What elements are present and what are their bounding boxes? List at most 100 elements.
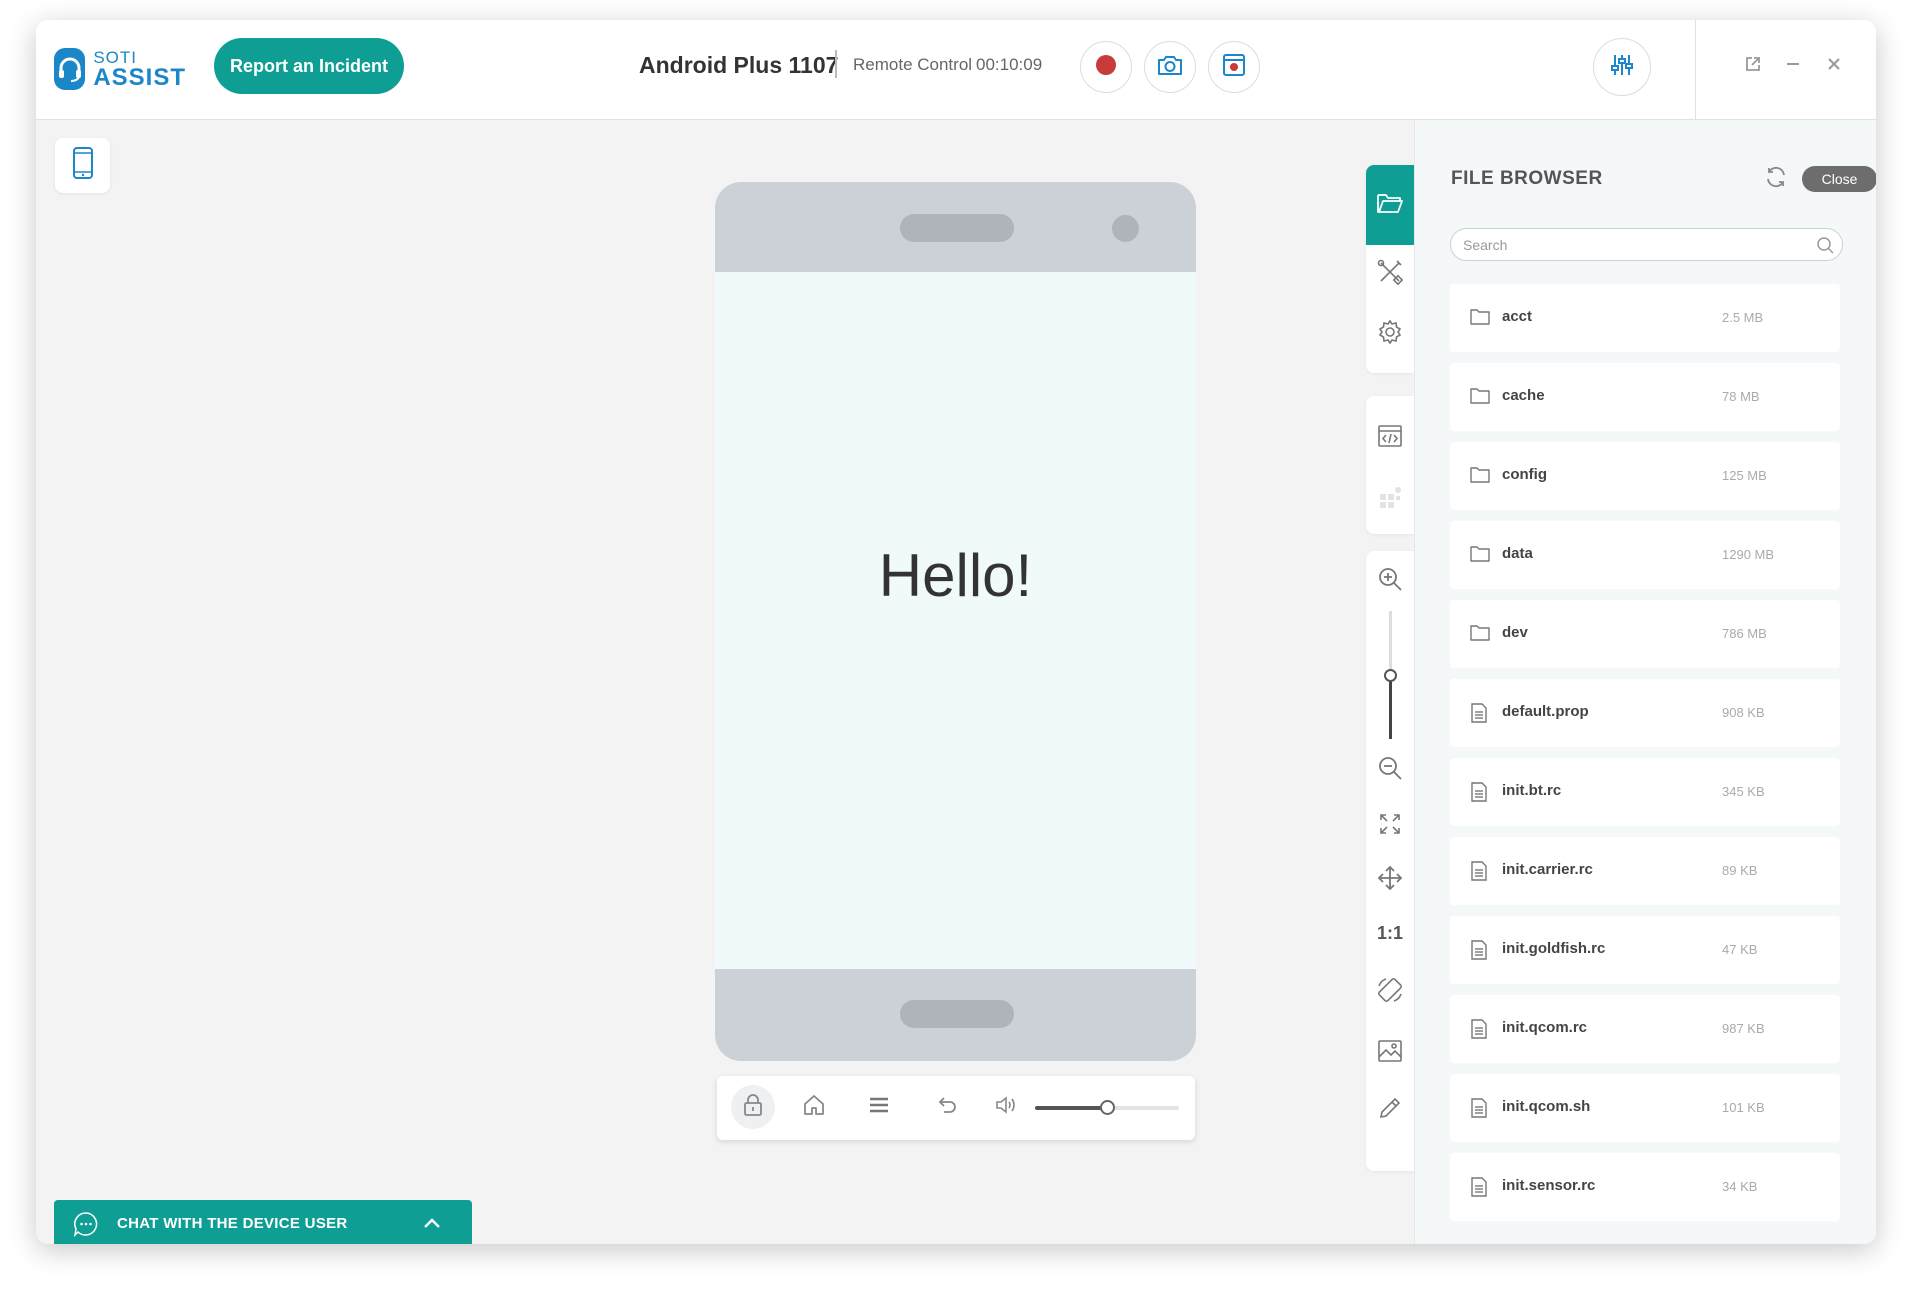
smartphone-icon — [72, 146, 94, 185]
close-panel-button[interactable]: Close — [1802, 166, 1876, 192]
undo-arrow-icon — [936, 1095, 958, 1120]
file-row[interactable]: acct 2.5 MB — [1450, 284, 1840, 352]
folder-icon — [1470, 545, 1490, 565]
script-group — [1366, 396, 1414, 534]
screen-text: Hello! — [878, 542, 1033, 609]
zoom-handle[interactable] — [1384, 669, 1397, 682]
document-icon — [1470, 1098, 1490, 1118]
apps-grid-icon — [1377, 483, 1403, 514]
move-arrows-icon — [1377, 865, 1403, 896]
image-icon — [1377, 1039, 1403, 1068]
zoom-out-button[interactable] — [1366, 746, 1414, 794]
file-name: init.qcom.sh — [1502, 1098, 1591, 1115]
screen-record-button[interactable] — [1208, 41, 1260, 93]
settings-sliders-button[interactable] — [1593, 38, 1651, 96]
file-size: 2.5 MB — [1722, 310, 1764, 325]
rotate-button[interactable] — [1366, 968, 1414, 1016]
screenshot-button[interactable] — [1144, 41, 1196, 93]
file-search-input[interactable] — [1463, 235, 1803, 255]
document-icon — [1470, 782, 1490, 802]
document-icon — [1470, 1177, 1490, 1197]
file-row[interactable]: init.qcom.sh 101 KB — [1450, 1074, 1840, 1142]
device-selector-button[interactable] — [55, 138, 110, 193]
popout-button[interactable] — [1741, 54, 1765, 78]
header-bar: SOTI ASSIST Report an Incident Android P… — [36, 20, 1876, 120]
tools-tab[interactable] — [1366, 250, 1414, 298]
file-name: dev — [1502, 624, 1528, 641]
file-name: init.goldfish.rc — [1502, 940, 1606, 957]
phone-home-button — [900, 1000, 1014, 1028]
file-row[interactable]: init.goldfish.rc 47 KB — [1450, 916, 1840, 984]
header-divider — [1695, 20, 1696, 120]
file-size: 1290 MB — [1722, 547, 1775, 562]
fit-screen-button[interactable] — [1366, 802, 1414, 850]
volume-button[interactable] — [984, 1085, 1028, 1129]
file-browser-panel: FILE BROWSER Close acct 2.5 MB — [1414, 120, 1876, 1244]
report-incident-button[interactable]: Report an Incident — [214, 38, 404, 94]
pan-button[interactable] — [1366, 856, 1414, 904]
home-icon — [802, 1094, 826, 1121]
file-browser-title: FILE BROWSER — [1451, 168, 1603, 189]
file-row[interactable]: config 125 MB — [1450, 442, 1840, 510]
zoom-in-button[interactable] — [1366, 557, 1414, 605]
device-screen[interactable]: Hello! — [715, 272, 1196, 969]
file-row[interactable]: init.sensor.rc 34 KB — [1450, 1153, 1840, 1221]
camera-icon — [1156, 53, 1184, 82]
phone-camera — [1112, 215, 1139, 242]
file-list: acct 2.5 MB cache 78 MB config 125 MB da… — [1450, 284, 1840, 1232]
back-button[interactable] — [925, 1085, 969, 1129]
tools-group — [1366, 165, 1414, 373]
file-size: 908 KB — [1722, 705, 1765, 720]
code-window-icon — [1377, 423, 1403, 454]
lock-button[interactable] — [731, 1085, 775, 1129]
file-row[interactable]: default.prop 908 KB — [1450, 679, 1840, 747]
volume-slider[interactable] — [1035, 1100, 1179, 1115]
zoom-slider[interactable] — [1384, 611, 1397, 739]
file-row[interactable]: dev 786 MB — [1450, 600, 1840, 668]
file-size: 987 KB — [1722, 1021, 1765, 1036]
close-window-button[interactable] — [1822, 54, 1846, 78]
session-mode: Remote Control — [853, 55, 973, 74]
home-button[interactable] — [792, 1085, 836, 1129]
script-editor-tab[interactable] — [1366, 414, 1414, 462]
file-name: init.bt.rc — [1502, 782, 1562, 799]
zoom-out-icon — [1377, 755, 1403, 786]
device-name: Android Plus 1107 — [639, 52, 839, 78]
file-row[interactable]: data 1290 MB — [1450, 521, 1840, 589]
menu-button[interactable] — [857, 1085, 901, 1129]
device-settings-tab[interactable] — [1366, 310, 1414, 358]
apps-tab[interactable] — [1366, 474, 1414, 522]
file-browser-tab[interactable] — [1366, 165, 1414, 245]
file-row[interactable]: init.carrier.rc 89 KB — [1450, 837, 1840, 905]
file-row[interactable]: cache 78 MB — [1450, 363, 1840, 431]
record-button[interactable] — [1080, 41, 1132, 93]
wallpaper-button[interactable] — [1366, 1029, 1414, 1077]
session-timer: 00:10:09 — [976, 55, 1043, 74]
file-row[interactable]: init.qcom.rc 987 KB — [1450, 995, 1840, 1063]
minimize-icon — [1785, 56, 1801, 77]
actual-size-button[interactable]: 1:1 — [1366, 909, 1414, 957]
annotate-button[interactable] — [1366, 1086, 1414, 1134]
screen-record-icon — [1222, 53, 1246, 82]
record-icon — [1095, 54, 1117, 81]
rotate-device-icon — [1376, 976, 1404, 1009]
minimize-button[interactable] — [1781, 54, 1805, 78]
volume-handle[interactable] — [1100, 1100, 1115, 1115]
file-row[interactable]: init.bt.rc 345 KB — [1450, 758, 1840, 826]
folder-icon — [1470, 308, 1490, 328]
lock-icon — [742, 1093, 764, 1122]
zoom-fill — [1389, 675, 1392, 739]
folder-icon — [1470, 466, 1490, 486]
chevron-up-icon[interactable] — [421, 1212, 443, 1239]
refresh-button[interactable] — [1761, 164, 1791, 194]
gear-icon — [1377, 319, 1403, 350]
device-frame: Hello! — [715, 182, 1196, 1061]
search-icon[interactable] — [1816, 236, 1834, 259]
file-name: default.prop — [1502, 703, 1589, 720]
chat-with-user-bar[interactable]: CHAT WITH THE DEVICE USER — [54, 1200, 472, 1244]
device-control-toolbar — [717, 1076, 1195, 1140]
chat-bubble-icon — [73, 1211, 99, 1242]
file-name: init.qcom.rc — [1502, 1019, 1588, 1036]
file-size: 89 KB — [1722, 863, 1758, 878]
file-size: 101 KB — [1722, 1100, 1765, 1115]
